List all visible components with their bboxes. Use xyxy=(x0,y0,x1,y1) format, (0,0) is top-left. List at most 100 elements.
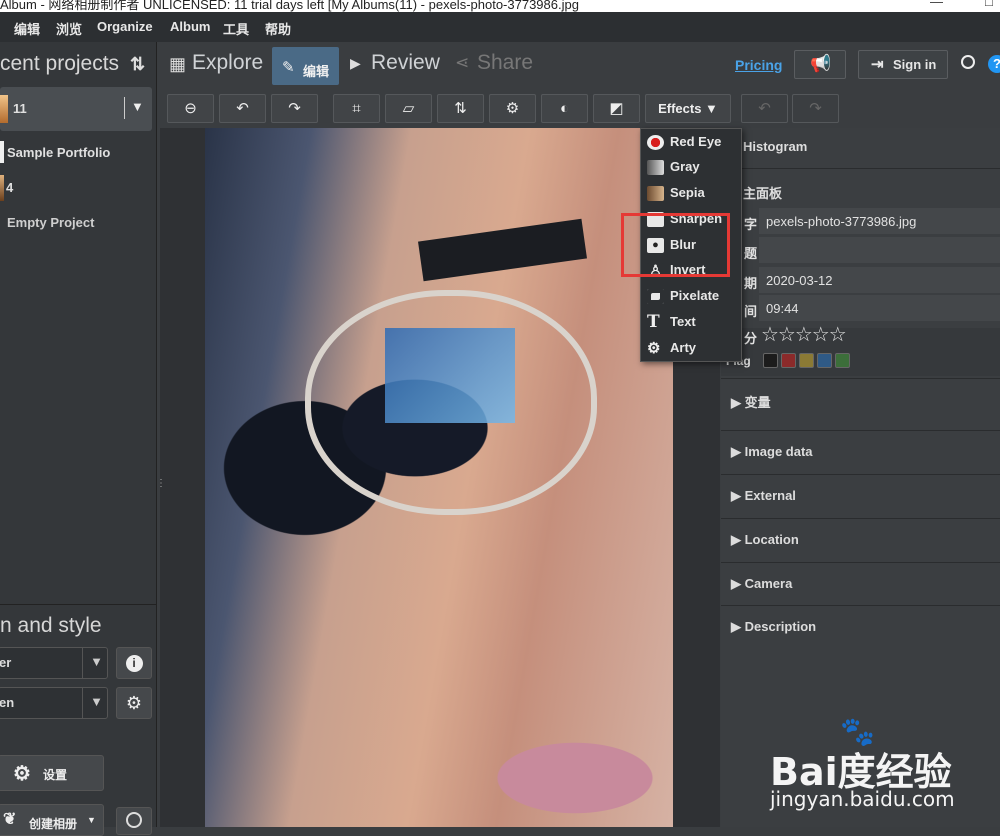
divider xyxy=(0,604,156,605)
zoom-out-button[interactable]: ⊖ xyxy=(167,94,214,123)
effect-text[interactable]: T Text xyxy=(647,314,696,334)
flip-button[interactable]: ⇅ xyxy=(437,94,484,123)
exposure-button[interactable]: ◩ xyxy=(593,94,640,123)
minimize-icon[interactable]: — xyxy=(930,0,943,9)
project-count: 11 xyxy=(13,101,27,116)
menu-organize[interactable]: Organize xyxy=(97,19,153,34)
title-field[interactable] xyxy=(759,237,1000,263)
style-settings-button[interactable]: ⚙ xyxy=(116,687,152,719)
announcement-button[interactable]: 📢 xyxy=(794,50,846,79)
divider xyxy=(721,168,1000,169)
tab-review[interactable]: Review xyxy=(371,51,440,75)
text-icon: T xyxy=(647,312,660,333)
section-description[interactable]: ▶ Description xyxy=(721,605,1000,649)
flag-color-black[interactable] xyxy=(763,353,778,368)
divider xyxy=(124,97,125,119)
photo-preview[interactable] xyxy=(205,128,673,827)
straighten-button[interactable]: ▱ xyxy=(385,94,432,123)
adjust-button[interactable]: ⚙ xyxy=(489,94,536,123)
pencil-icon: ✎ xyxy=(282,59,295,76)
time-field[interactable]: 09:44 xyxy=(759,295,1000,321)
chevron-down-icon[interactable]: ▼ xyxy=(131,99,144,114)
sign-in-button[interactable]: ⇥ Sign in xyxy=(858,50,948,79)
gear-icon: ⚙ xyxy=(505,100,520,117)
flag-color-blue[interactable] xyxy=(817,353,832,368)
project-count[interactable]: 4 xyxy=(6,180,13,195)
main-panel-header[interactable]: 主面板 xyxy=(743,183,782,202)
project-sample-portfolio[interactable]: Sample Portfolio xyxy=(7,145,110,160)
section-variables[interactable]: ▶ 变量 xyxy=(721,378,1000,422)
red-eye-icon xyxy=(647,135,664,151)
window-title: Album - 网络相册制作者 UNLICENSED: 11 trial day… xyxy=(0,0,579,12)
contrast-button[interactable]: ◐ xyxy=(541,94,588,123)
project-item-active[interactable]: 11 ▼ xyxy=(0,87,152,131)
menu-tools[interactable]: 工具 xyxy=(223,19,249,38)
undo-button[interactable]: ↶ xyxy=(741,94,788,123)
chevron-down-icon: ▼ xyxy=(90,654,103,669)
tab-edit[interactable]: ✎ 编辑 xyxy=(272,47,339,85)
leaf-icon: ❦ xyxy=(3,811,17,828)
design-select[interactable]: er ▼ xyxy=(0,647,108,679)
divider xyxy=(82,648,83,678)
date-field[interactable]: 2020-03-12 xyxy=(759,267,1000,293)
help-icon[interactable]: ? xyxy=(988,55,1000,73)
project-empty[interactable]: Empty Project xyxy=(7,215,94,230)
straighten-icon: ▱ xyxy=(402,100,415,117)
rotate-left-icon: ↶ xyxy=(236,100,249,117)
chevron-down-icon: ▼ xyxy=(87,815,96,825)
style-select[interactable]: en ▼ xyxy=(0,687,108,719)
grid-icon: ▦ xyxy=(169,54,187,74)
effect-sepia[interactable]: Sepia xyxy=(647,185,705,205)
tab-explore[interactable]: Explore xyxy=(192,51,263,75)
undo-icon: ↶ xyxy=(758,100,771,117)
menu-edit[interactable]: 编辑 xyxy=(14,19,40,38)
effects-button[interactable]: Effects ▼ xyxy=(645,94,731,123)
section-image-data[interactable]: ▶ Image data xyxy=(721,430,1000,474)
flag-color-red[interactable] xyxy=(781,353,796,368)
sepia-icon xyxy=(647,186,664,202)
flag-color-yellow[interactable] xyxy=(799,353,814,368)
menu-album[interactable]: Album xyxy=(170,19,210,34)
menu-help[interactable]: 帮助 xyxy=(265,19,291,38)
maximize-icon[interactable]: □ xyxy=(985,0,993,9)
effect-pixelate[interactable]: Pixelate xyxy=(647,288,719,308)
info-button[interactable]: i xyxy=(116,647,152,679)
recent-projects-title: cent projects xyxy=(0,52,120,75)
minus-circle-icon: ⊖ xyxy=(184,100,197,117)
style-select-value: en xyxy=(0,695,15,710)
contrast-icon: ◐ xyxy=(559,100,570,117)
section-location[interactable]: ▶ Location xyxy=(721,518,1000,562)
settings-button[interactable]: ⚙ 设置 xyxy=(0,755,104,791)
splitter-handle[interactable]: ⋮ xyxy=(156,478,166,492)
left-panel: cent projects ⇅ 11 ▼ Sample Portfolio 4 … xyxy=(0,42,157,836)
rotate-right-button[interactable]: ↷ xyxy=(271,94,318,123)
megaphone-icon: 📢 xyxy=(810,54,832,73)
pricing-link[interactable]: Pricing xyxy=(735,57,782,73)
section-camera[interactable]: ▶ Camera xyxy=(721,562,1000,606)
search-icon[interactable] xyxy=(961,55,975,69)
crop-button[interactable]: ⌗ xyxy=(333,94,380,123)
play-icon: ▶ xyxy=(350,55,361,71)
rotate-left-button[interactable]: ↶ xyxy=(219,94,266,123)
exposure-icon: ◩ xyxy=(609,100,624,117)
create-album-button[interactable]: ❦ 创建相册 ▼ xyxy=(0,804,104,836)
rating-stars[interactable]: ☆☆☆☆☆ xyxy=(761,322,847,347)
effect-gray[interactable]: Gray xyxy=(647,159,700,179)
sort-icon[interactable]: ⇅ xyxy=(130,54,145,75)
name-label: 字 xyxy=(744,217,758,232)
search-button[interactable] xyxy=(116,807,152,835)
flag-color-green[interactable] xyxy=(835,353,850,368)
window-titlebar: Album - 网络相册制作者 UNLICENSED: 11 trial day… xyxy=(0,0,1000,12)
effect-red-eye[interactable]: Red Eye xyxy=(647,134,721,154)
section-external[interactable]: ▶ External xyxy=(721,474,1000,518)
photo-eyebrow xyxy=(418,218,587,282)
search-icon xyxy=(126,812,142,828)
filename-field[interactable]: pexels-photo-3773986.jpg xyxy=(759,208,1000,234)
redo-button[interactable]: ↷ xyxy=(792,94,839,123)
divider xyxy=(82,688,83,718)
date-label: 期 xyxy=(744,276,758,291)
menu-browse[interactable]: 浏览 xyxy=(56,19,82,38)
tab-share[interactable]: Share xyxy=(477,51,533,75)
histogram-header[interactable]: Histogram xyxy=(743,139,807,154)
effect-arty[interactable]: ⚙ Arty xyxy=(647,340,696,360)
